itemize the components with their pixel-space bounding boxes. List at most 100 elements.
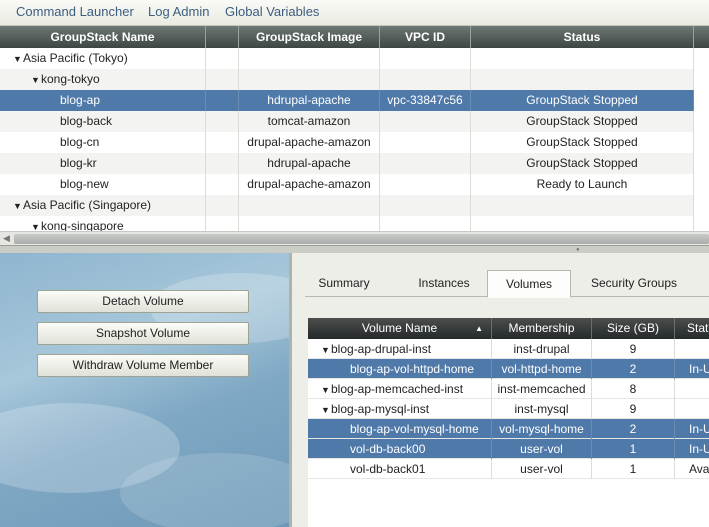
withdraw-volume-member-button[interactable]: Withdraw Volume Member <box>37 354 249 377</box>
panel-splitter[interactable]: ● <box>0 246 709 253</box>
col-groupstack-name[interactable]: GroupStack Name <box>0 26 206 48</box>
cell-vpc <box>380 195 471 216</box>
cell-size: 1 <box>592 459 675 479</box>
detach-volume-button[interactable]: Detach Volume <box>37 290 249 313</box>
table-row[interactable]: ▼Asia Pacific (Singapore) <box>0 195 694 216</box>
volumes-table-header: Volume Name ▲ Membership Size (GB) Stat <box>308 318 709 339</box>
tab-instances[interactable]: Instances <box>395 270 493 297</box>
col-size[interactable]: Size (GB) <box>592 318 675 339</box>
cell-membership: user-vol <box>492 459 592 479</box>
cell-name: blog-kr <box>0 153 206 174</box>
col-groupstack-image[interactable]: GroupStack Image <box>239 26 380 48</box>
actions-panel: Detach Volume Snapshot Volume Withdraw V… <box>0 253 289 527</box>
volume-name: blog-ap-mysql-inst <box>331 402 430 416</box>
row-label: kong-tokyo <box>41 72 100 86</box>
volume-name: blog-ap-memcached-inst <box>331 382 464 396</box>
volume-row[interactable]: ▼blog-ap-mysql-inst inst-mysql 9 <box>308 399 709 419</box>
cell-vpc <box>380 132 471 153</box>
volume-row[interactable]: ▼blog-ap-memcached-inst inst-memcached 8 <box>308 379 709 399</box>
cell-status <box>471 48 694 69</box>
cell-size: 9 <box>592 399 675 419</box>
cell-spacer <box>206 48 239 69</box>
row-label: blog-ap <box>60 93 101 107</box>
snapshot-volume-button[interactable]: Snapshot Volume <box>37 322 249 345</box>
sort-ascending-icon[interactable]: ▲ <box>475 318 483 339</box>
cell-status: GroupStack Stopped <box>471 111 694 132</box>
horizontal-scrollbar[interactable]: ◀ <box>0 231 709 245</box>
cell-size: 8 <box>592 379 675 399</box>
expand-toggle-icon[interactable]: ▼ <box>12 49 23 69</box>
cell-image: hdrupal-apache <box>239 153 380 174</box>
expand-toggle-icon[interactable]: ▼ <box>320 380 331 399</box>
cell-size: 1 <box>592 439 675 459</box>
table-row[interactable]: ▼Asia Pacific (Tokyo) <box>0 48 694 69</box>
expand-toggle-icon[interactable]: ▼ <box>320 340 331 359</box>
col-overflow <box>694 26 709 48</box>
volume-row[interactable]: ▼blog-ap-drupal-inst inst-drupal 9 <box>308 339 709 359</box>
cell-membership: vol-mysql-home <box>492 419 592 439</box>
cell-image <box>239 69 380 90</box>
expand-toggle-icon[interactable]: ▼ <box>320 400 331 419</box>
cell-status: In-U <box>689 442 709 456</box>
cell-vpc <box>380 69 471 90</box>
cell-vpc <box>380 153 471 174</box>
cell-name: vol-db-back01 <box>308 459 492 479</box>
menu-command-launcher[interactable]: Command Launcher <box>16 4 134 19</box>
cell-name: ▼kong-tokyo <box>0 69 206 90</box>
table-row[interactable]: blog-ap hdrupal-apache vpc-33847c56 GroupSt… <box>0 90 694 111</box>
cell-name: blog-back <box>0 111 206 132</box>
volume-name: blog-ap-vol-httpd-home <box>350 362 475 376</box>
volume-row[interactable]: vol-db-back00 user-vol1 In-U <box>308 439 709 459</box>
cell-status <box>675 339 709 359</box>
menu-global-variables[interactable]: Global Variables <box>225 4 319 19</box>
cell-size: 2 <box>592 359 675 379</box>
cell-status: GroupStack Stopped <box>471 132 694 153</box>
volume-row[interactable]: blog-ap-vol-httpd-home vol-httpd-home 2 In-… <box>308 359 709 379</box>
row-label: blog-new <box>60 177 109 191</box>
cell-size: 2 <box>592 419 675 439</box>
cell-status <box>675 379 709 399</box>
menu-log-admin[interactable]: Log Admin <box>148 4 209 19</box>
cell-spacer <box>206 195 239 216</box>
cell-status: Ready to Launch <box>471 174 694 195</box>
cell-vpc <box>380 48 471 69</box>
cell-image <box>239 48 380 69</box>
groupstack-table-header: GroupStack Name GroupStack Image VPC ID … <box>0 26 709 48</box>
row-label: Asia Pacific (Tokyo) <box>23 51 128 65</box>
table-row[interactable]: blog-back tomcat-amazon GroupStack Stopped <box>0 111 694 132</box>
tab-security-groups[interactable]: Security Groups <box>579 270 689 297</box>
table-row[interactable]: blog-new drupal-apache-amazon Ready to Lau… <box>0 174 694 195</box>
volume-row[interactable]: vol-db-back01 user-vol1 Avail <box>308 459 709 479</box>
tab-volumes[interactable]: Volumes <box>487 270 571 298</box>
cell-vpc <box>380 174 471 195</box>
scroll-left-icon[interactable]: ◀ <box>3 233 10 244</box>
scrollbar-thumb[interactable] <box>14 234 709 244</box>
col-status[interactable]: Status <box>471 26 694 48</box>
tab-summary[interactable]: Summary <box>305 270 383 297</box>
cell-image: drupal-apache-amazon <box>239 174 380 195</box>
cell-name: ▼blog-ap-drupal-inst <box>308 339 492 359</box>
cell-spacer <box>206 69 239 90</box>
cell-status <box>471 69 694 90</box>
col-vpc-id[interactable]: VPC ID <box>380 26 471 48</box>
expand-toggle-icon[interactable]: ▼ <box>12 196 23 216</box>
row-label: blog-back <box>60 114 113 128</box>
col-volume-name[interactable]: Volume Name ▲ <box>308 318 492 339</box>
table-row[interactable]: ▼kong-tokyo <box>0 69 694 90</box>
col-membership[interactable]: Membership <box>492 318 592 339</box>
expand-toggle-icon[interactable]: ▼ <box>30 70 41 90</box>
cell-image: hdrupal-apache <box>239 90 380 111</box>
cell-name: blog-ap-vol-httpd-home <box>308 359 492 379</box>
cell-membership: vol-httpd-home <box>492 359 592 379</box>
table-row[interactable]: blog-kr hdrupal-apache GroupStack Stopped <box>0 153 694 174</box>
volume-row[interactable]: blog-ap-vol-mysql-home vol-mysql-home 2 In-… <box>308 419 709 439</box>
volume-name: blog-ap-drupal-inst <box>331 342 432 356</box>
cell-name: ▼Asia Pacific (Tokyo) <box>0 48 206 69</box>
cell-spacer <box>206 132 239 153</box>
table-row[interactable]: blog-cn drupal-apache-amazon GroupStack St… <box>0 132 694 153</box>
col-status[interactable]: Stat <box>675 318 709 339</box>
cell-image: tomcat-amazon <box>239 111 380 132</box>
cell-spacer <box>206 111 239 132</box>
volume-name: vol-db-back01 <box>350 462 426 476</box>
cell-membership: user-vol <box>492 439 592 459</box>
